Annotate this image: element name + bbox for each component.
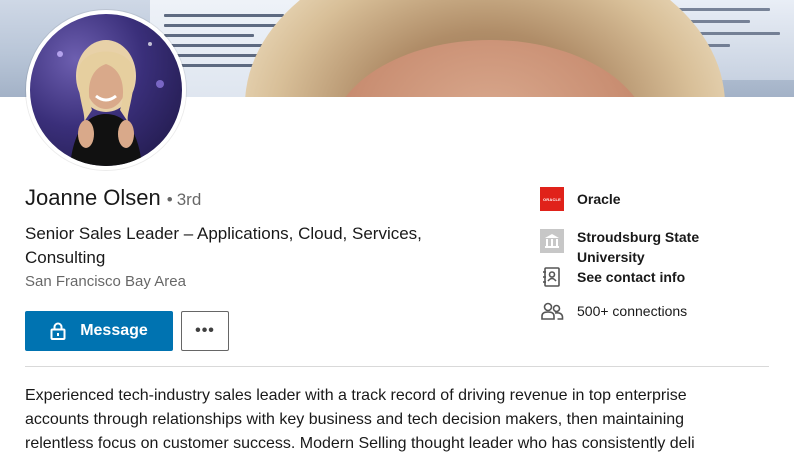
oracle-logo: ORACLE (540, 187, 564, 211)
school-name: Stroudsburg State University (577, 227, 699, 267)
oracle-logo-text: ORACLE (540, 187, 564, 211)
message-button[interactable]: Message (25, 311, 173, 351)
profile-avatar[interactable] (26, 10, 186, 170)
summary-line-3: relentless focus on customer success. Mo… (25, 435, 695, 452)
profile-location: San Francisco Bay Area (25, 273, 186, 290)
contact-info-link[interactable]: See contact info (540, 265, 685, 289)
building-icon (540, 229, 564, 253)
more-actions-button[interactable]: ••• (181, 311, 229, 351)
profile-name: Joanne Olsen (25, 185, 161, 210)
headline-line-1: Senior Sales Leader – Applications, Clou… (25, 224, 422, 243)
name-row: Joanne Olsen • 3rd (25, 185, 201, 213)
school-name-line-2: University (577, 249, 645, 265)
school-name-line-1: Stroudsburg State (577, 229, 700, 245)
school-link[interactable]: Stroudsburg State University (540, 227, 699, 267)
summary-line-1: Experienced tech-industry sales leader w… (25, 387, 687, 404)
degree-separator: • (166, 190, 173, 209)
connections-link[interactable]: 500+ connections (540, 299, 687, 323)
lock-icon (50, 322, 66, 340)
profile-summary: Experienced tech-industry sales leader w… (25, 384, 775, 456)
degree-label: 3rd (176, 190, 202, 209)
company-link[interactable]: ORACLE Oracle (540, 187, 621, 211)
contact-card-icon (540, 265, 564, 289)
connection-degree: • 3rd (167, 190, 202, 210)
summary-line-2: accounts through relationships with key … (25, 411, 685, 428)
section-divider (25, 366, 769, 367)
headline-line-2: Consulting (25, 248, 106, 267)
connections-count: 500+ connections (577, 303, 688, 319)
people-icon (540, 299, 564, 323)
contact-info-label: See contact info (577, 269, 686, 285)
company-name: Oracle (577, 191, 621, 207)
profile-headline: Senior Sales Leader – Applications, Clou… (25, 222, 495, 270)
message-button-label: Message (80, 322, 148, 339)
